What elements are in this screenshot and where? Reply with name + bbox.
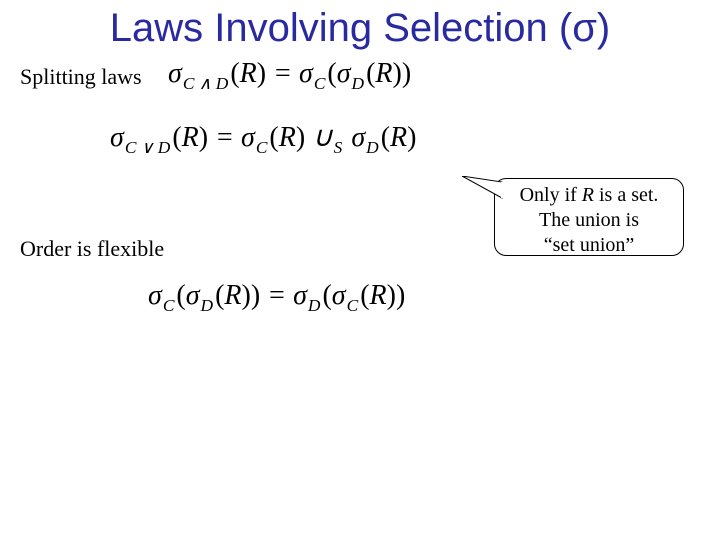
callout-line-3: “set union”	[495, 233, 683, 258]
equation-2: σC ∨ D(R) = σC(R) ∪S σD(R)	[110, 120, 416, 154]
slide: Laws Involving Selection (σ) Splitting l…	[0, 0, 720, 540]
equation-1: σC ∧ D(R) = σC(σD(R))	[168, 58, 411, 90]
callout-box: Only if R is a set. The union is “set un…	[494, 178, 684, 256]
splitting-laws-label: Splitting laws	[20, 64, 142, 90]
slide-title: Laws Involving Selection (σ)	[0, 6, 720, 51]
equation-3: σC(σD(R)) = σD(σC(R))	[148, 280, 405, 312]
callout-line-1: Only if R is a set.	[495, 183, 683, 208]
callout-line-2: The union is	[495, 208, 683, 233]
order-flexible-label: Order is flexible	[20, 236, 164, 262]
